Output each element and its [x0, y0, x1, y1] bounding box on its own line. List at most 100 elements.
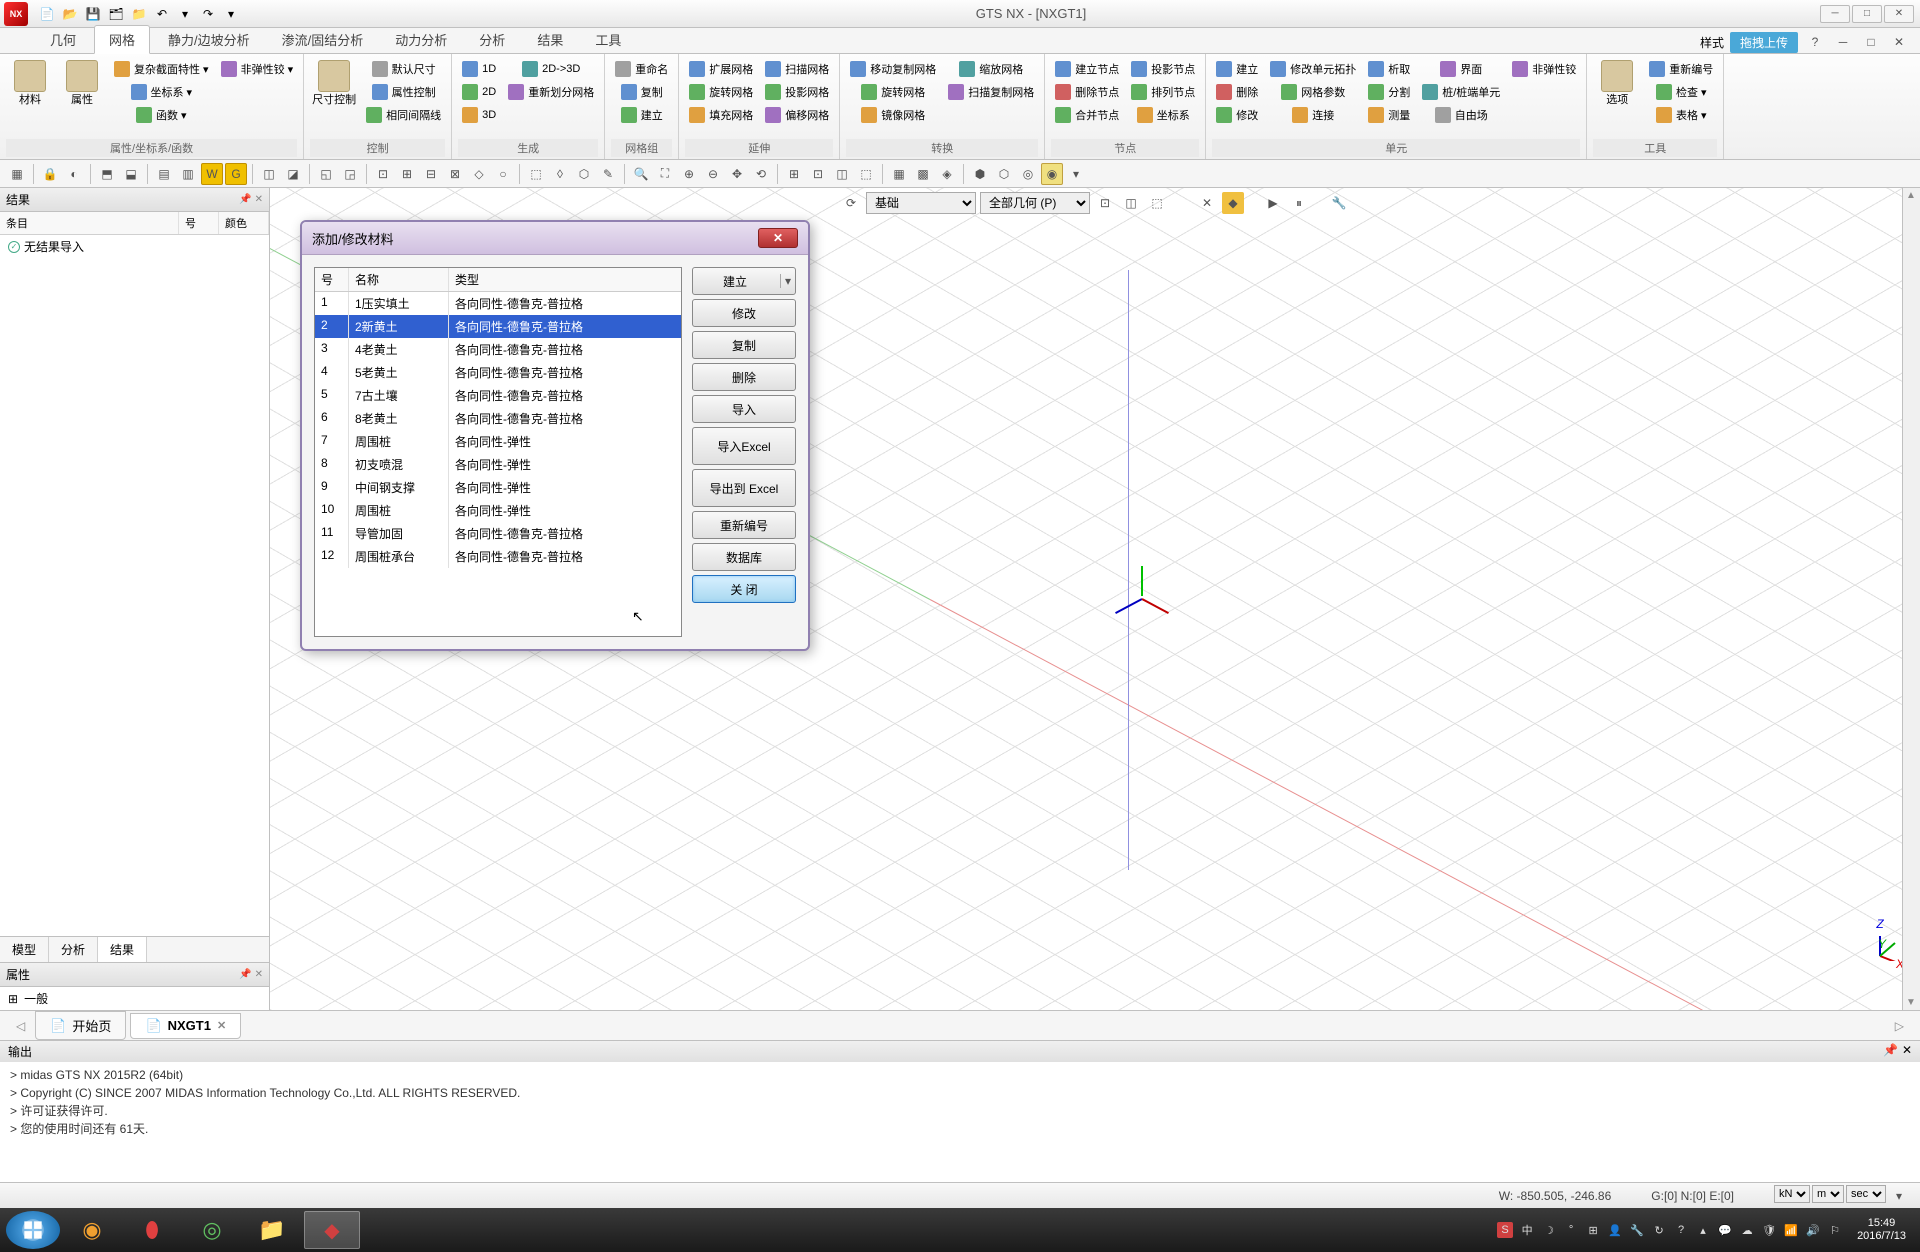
- ribbon-tab-6[interactable]: 结果: [523, 26, 577, 53]
- ribbon-small-button[interactable]: 测量: [1364, 104, 1414, 126]
- tab-analysis[interactable]: 分析: [49, 937, 98, 962]
- view-icon[interactable]: ◫: [831, 163, 853, 185]
- qat-save[interactable]: 💾: [82, 3, 104, 25]
- delete-button[interactable]: 删除: [692, 363, 796, 391]
- ribbon-small-button[interactable]: 检查 ▾: [1652, 81, 1711, 103]
- zoom-icon[interactable]: 🔍: [630, 163, 652, 185]
- ribbon-small-button[interactable]: 属性控制: [368, 81, 440, 103]
- tray-icon[interactable]: ☁: [1739, 1222, 1755, 1238]
- ribbon-tab-2[interactable]: 静力/边坡分析: [154, 26, 264, 53]
- minimize-button[interactable]: ─: [1820, 5, 1850, 23]
- select-icon[interactable]: ✎: [597, 163, 619, 185]
- ribbon-small-button[interactable]: 坐标系 ▾: [127, 81, 197, 103]
- qat-saveall[interactable]: 🗂: [105, 3, 127, 25]
- prop-row-general[interactable]: ⊞ 一般: [0, 987, 269, 1010]
- view-icon[interactable]: ▾: [1065, 163, 1087, 185]
- material-row[interactable]: 7周围桩各向同性-弹性: [315, 430, 681, 453]
- close-icon[interactable]: ✕: [1902, 1043, 1912, 1060]
- tray-icon[interactable]: °: [1563, 1222, 1579, 1238]
- tray-icon[interactable]: ⊞: [1585, 1222, 1601, 1238]
- ribbon-small-button[interactable]: 复杂截面特性 ▾: [110, 58, 213, 80]
- view-icon[interactable]: ▦: [888, 163, 910, 185]
- tray-icon[interactable]: ☽: [1541, 1222, 1557, 1238]
- ribbon-small-button[interactable]: 相同间隔线: [362, 104, 445, 126]
- ribbon-small-button[interactable]: 移动复制网格: [846, 58, 940, 80]
- view-tool-icon[interactable]: ▶: [1262, 192, 1284, 214]
- tool-icon[interactable]: ◐: [63, 163, 85, 185]
- tray-icon[interactable]: 👤: [1607, 1222, 1623, 1238]
- ribbon-small-button[interactable]: 重新编号: [1645, 58, 1717, 80]
- view-tool-icon[interactable]: 🔧: [1328, 192, 1350, 214]
- tray-icon[interactable]: 📶: [1783, 1222, 1799, 1238]
- import-button[interactable]: 导入: [692, 395, 796, 423]
- clock[interactable]: 15:49 2016/7/13: [1849, 1217, 1914, 1243]
- view-tool-icon[interactable]: ⊡: [1094, 192, 1116, 214]
- ribbon-small-button[interactable]: 重命名: [611, 58, 672, 80]
- select-icon[interactable]: ◊: [549, 163, 571, 185]
- mdi-close-icon[interactable]: ✕: [1888, 31, 1910, 53]
- material-button[interactable]: 材料: [6, 58, 54, 108]
- zoom-in-icon[interactable]: ⊕: [678, 163, 700, 185]
- tray-icon[interactable]: 🔧: [1629, 1222, 1645, 1238]
- tool-icon[interactable]: W: [201, 163, 223, 185]
- view-tool-icon[interactable]: ⟳: [840, 192, 862, 214]
- tool-icon[interactable]: ⬓: [120, 163, 142, 185]
- unit-length-select[interactable]: m: [1812, 1185, 1844, 1203]
- ribbon-small-button[interactable]: 连接: [1288, 104, 1338, 126]
- pin-icon[interactable]: 📌 ✕: [239, 194, 263, 205]
- pan-icon[interactable]: ✥: [726, 163, 748, 185]
- doc-tab-file[interactable]: 📄 NXGT1 ✕: [130, 1013, 241, 1039]
- view-icon[interactable]: ⊡: [807, 163, 829, 185]
- view-icon[interactable]: ⬚: [855, 163, 877, 185]
- snap-icon[interactable]: ⊠: [444, 163, 466, 185]
- cube-icon[interactable]: ◲: [339, 163, 361, 185]
- task-gtsnx[interactable]: ◆: [304, 1211, 360, 1249]
- snap-icon[interactable]: ○: [492, 163, 514, 185]
- ribbon-small-button[interactable]: 桩/桩端单元: [1418, 81, 1504, 103]
- ribbon-small-button[interactable]: 坐标系: [1133, 104, 1194, 126]
- ribbon-tab-3[interactable]: 渗流/固结分析: [268, 26, 378, 53]
- unit-time-select[interactable]: sec: [1846, 1185, 1886, 1203]
- ribbon-small-button[interactable]: 2D->3D: [518, 58, 584, 80]
- ribbon-small-button[interactable]: 2D: [458, 81, 500, 103]
- ribbon-small-button[interactable]: 扩展网格: [685, 58, 757, 80]
- ribbon-small-button[interactable]: 表格 ▾: [1652, 104, 1711, 126]
- select-icon[interactable]: ⬚: [525, 163, 547, 185]
- output-text[interactable]: > midas GTS NX 2015R2 (64bit)> Copyright…: [0, 1062, 1920, 1182]
- renumber-button[interactable]: 重新编号: [692, 511, 796, 539]
- close-window-button[interactable]: ✕: [1884, 5, 1914, 23]
- ribbon-small-button[interactable]: 界面: [1436, 58, 1486, 80]
- task-app1[interactable]: ◉: [64, 1211, 120, 1249]
- tab-scroll-left[interactable]: ◁: [10, 1019, 31, 1033]
- tool-icon[interactable]: ◪: [282, 163, 304, 185]
- tool-icon[interactable]: ⬒: [96, 163, 118, 185]
- qat-open[interactable]: 📂: [59, 3, 81, 25]
- tab-scroll-right[interactable]: ▷: [1889, 1019, 1910, 1033]
- dialog-titlebar[interactable]: 添加/修改材料 ✕: [302, 222, 808, 255]
- col-num[interactable]: 号: [179, 212, 219, 234]
- tab-results[interactable]: 结果: [98, 937, 147, 962]
- material-row[interactable]: 11导管加固各向同性-德鲁克-普拉格: [315, 522, 681, 545]
- ribbon-small-button[interactable]: 修改: [1212, 104, 1262, 126]
- ribbon-small-button[interactable]: 排列节点: [1127, 81, 1199, 103]
- size-ctrl-button[interactable]: 尺寸控制: [310, 58, 358, 108]
- view-icon[interactable]: ◈: [936, 163, 958, 185]
- ribbon-small-button[interactable]: 修改单元拓扑: [1266, 58, 1360, 80]
- view-tool-icon[interactable]: ◫: [1120, 192, 1142, 214]
- material-row[interactable]: 9中间钢支撑各向同性-弹性: [315, 476, 681, 499]
- help-icon[interactable]: ?: [1804, 31, 1826, 53]
- view-icon[interactable]: ⬡: [993, 163, 1015, 185]
- ribbon-small-button[interactable]: 填充网格: [685, 104, 757, 126]
- qat-undolist[interactable]: ▾: [174, 3, 196, 25]
- material-row[interactable]: 57古土壤各向同性-德鲁克-普拉格: [315, 384, 681, 407]
- ribbon-small-button[interactable]: 非弹性铰 ▾: [217, 58, 298, 80]
- qat-redolist[interactable]: ▾: [220, 3, 242, 25]
- ribbon-small-button[interactable]: 建立: [1212, 58, 1262, 80]
- snap-icon[interactable]: ⊟: [420, 163, 442, 185]
- tray-lang-icon[interactable]: 中: [1519, 1222, 1535, 1238]
- tray-ime-icon[interactable]: S: [1497, 1222, 1513, 1238]
- ribbon-small-button[interactable]: 扫描网格: [761, 58, 833, 80]
- view-tool-icon[interactable]: ⏸: [1288, 192, 1310, 214]
- import-excel-button[interactable]: 导入Excel: [692, 427, 796, 465]
- snap-icon[interactable]: ⊞: [396, 163, 418, 185]
